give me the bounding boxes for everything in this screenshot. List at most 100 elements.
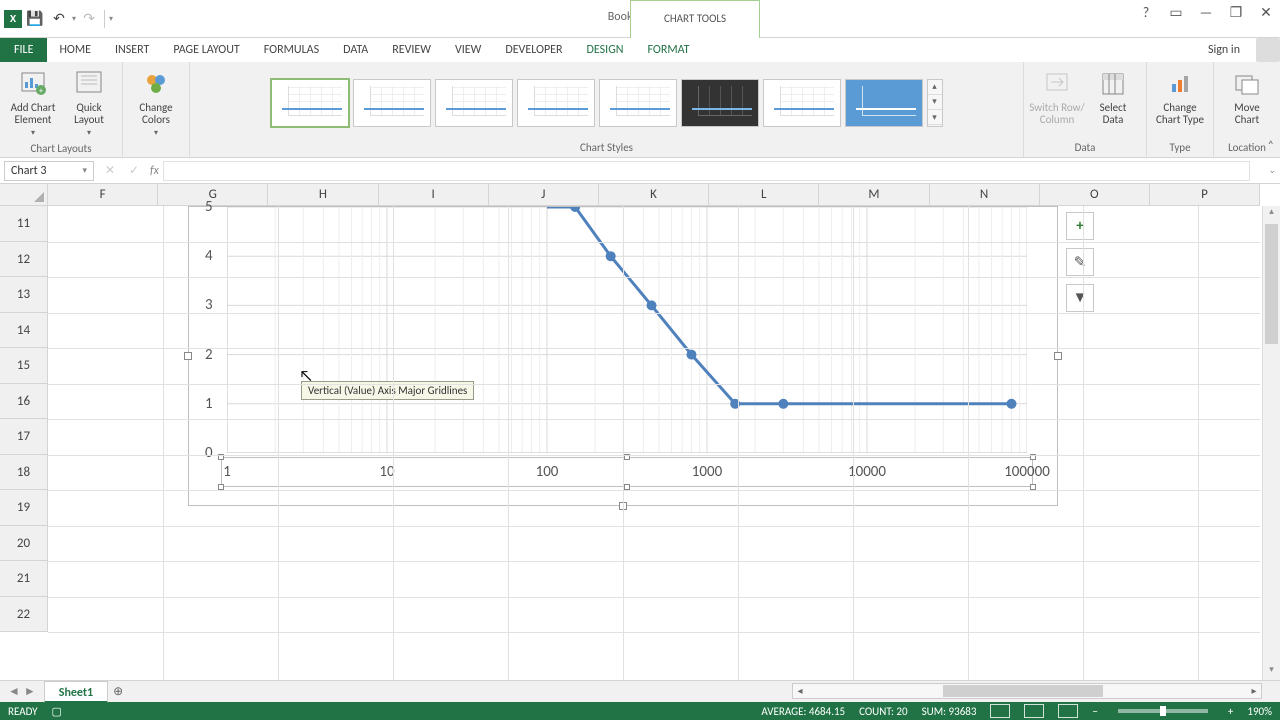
horizontal-scrollbar[interactable]: ◂ ▸ [792, 683, 1262, 699]
tab-data[interactable]: DATA [331, 38, 380, 62]
user-avatar-icon[interactable] [1256, 38, 1280, 62]
row-header[interactable]: 17 [0, 419, 48, 455]
column-headers[interactable]: FGHIJKLMNOP [48, 184, 1260, 206]
move-chart-button[interactable]: Move Chart [1220, 66, 1274, 128]
row-header[interactable]: 15 [0, 348, 48, 384]
view-normal-icon[interactable] [990, 704, 1010, 718]
fx-icon[interactable]: fx [150, 164, 159, 178]
redo-icon[interactable]: ↷ [78, 8, 100, 30]
tab-formulas[interactable]: FORMULAS [252, 38, 331, 62]
row-header[interactable]: 18 [0, 455, 48, 491]
undo-icon[interactable]: ↶ [48, 8, 70, 30]
tab-developer[interactable]: DEVELOPER [493, 38, 574, 62]
save-icon[interactable]: 💾 [24, 8, 46, 30]
status-ready: READY [8, 705, 38, 718]
row-header[interactable]: 13 [0, 277, 48, 313]
row-header[interactable]: 11 [0, 206, 48, 242]
cells-area[interactable]: 012345110100100010000100000 ↖ Vertical (… [48, 206, 1260, 680]
chart-resize-handle[interactable] [184, 352, 192, 360]
macro-record-icon[interactable]: ▢ [52, 705, 62, 718]
chart-style-7[interactable] [763, 79, 841, 127]
select-data-button[interactable]: Select Data [1086, 66, 1140, 128]
vertical-scrollbar[interactable]: ▴ ▾ [1262, 206, 1280, 680]
tab-home[interactable]: HOME [47, 38, 103, 62]
help-icon[interactable]: ? [1134, 2, 1158, 22]
formula-input[interactable] [163, 161, 1251, 181]
change-colors-button[interactable]: Change Colors ▾ [129, 66, 183, 140]
quick-layout-button[interactable]: Quick Layout ▾ [62, 66, 116, 140]
row-header[interactable]: 21 [0, 561, 48, 597]
cancel-formula-icon[interactable]: ✕ [98, 163, 122, 178]
view-page-break-icon[interactable] [1058, 704, 1078, 718]
sign-in-link[interactable]: Sign in [1198, 38, 1250, 62]
group-label-type: Type [1169, 139, 1190, 157]
zoom-in-button[interactable]: + [1228, 705, 1233, 718]
select-all-corner[interactable] [0, 184, 48, 206]
view-page-layout-icon[interactable] [1024, 704, 1044, 718]
column-header[interactable]: F [48, 184, 158, 206]
chart-style-6[interactable] [681, 79, 759, 127]
sheet-nav-prev-icon[interactable]: ◄ [8, 684, 20, 699]
chart-resize-handle[interactable] [1054, 352, 1062, 360]
column-header[interactable]: G [158, 184, 268, 206]
chart-style-5[interactable] [599, 79, 677, 127]
ribbon-tabs: FILE HOME INSERT PAGE LAYOUT FORMULAS DA… [0, 38, 1280, 62]
enter-formula-icon[interactable]: ✓ [122, 163, 146, 178]
row-header[interactable]: 20 [0, 526, 48, 562]
zoom-level[interactable]: 190% [1247, 705, 1272, 718]
tab-format[interactable]: FORMAT [636, 38, 702, 62]
column-header[interactable]: I [379, 184, 489, 206]
column-header[interactable]: P [1150, 184, 1260, 206]
add-chart-element-button[interactable]: + Add Chart Element ▾ [6, 66, 60, 140]
row-header[interactable]: 16 [0, 384, 48, 420]
chart-elements-button[interactable]: + [1066, 212, 1094, 240]
chart-styles-button[interactable]: ✎ [1066, 248, 1094, 276]
row-header[interactable]: 12 [0, 242, 48, 278]
zoom-slider[interactable] [1118, 709, 1208, 713]
row-header[interactable]: 22 [0, 597, 48, 633]
close-icon[interactable]: ✕ [1254, 2, 1278, 22]
chart-style-4[interactable] [517, 79, 595, 127]
column-header[interactable]: O [1040, 184, 1150, 206]
column-header[interactable]: L [709, 184, 819, 206]
column-header[interactable]: M [819, 184, 929, 206]
expand-formula-bar-icon[interactable]: ⌄ [1268, 165, 1276, 176]
column-header[interactable]: K [599, 184, 709, 206]
name-box[interactable]: Chart 3▾ [4, 161, 94, 181]
chart-style-1[interactable] [271, 79, 349, 127]
excel-icon[interactable]: X [4, 10, 22, 28]
row-headers[interactable]: 111213141516171819202122 [0, 206, 48, 680]
maximize-icon[interactable]: ❐ [1224, 2, 1248, 22]
tab-design[interactable]: DESIGN [575, 38, 636, 62]
svg-text:+: + [39, 86, 43, 96]
tab-review[interactable]: REVIEW [380, 38, 443, 62]
chart-style-8[interactable] [845, 79, 923, 127]
zoom-out-button[interactable]: − [1092, 705, 1097, 718]
chart-filters-button[interactable]: ▼ [1066, 284, 1094, 312]
row-header[interactable]: 19 [0, 490, 48, 526]
tab-insert[interactable]: INSERT [103, 38, 161, 62]
column-header[interactable]: J [489, 184, 599, 206]
worksheet-grid[interactable]: FGHIJKLMNOP 111213141516171819202122 [0, 184, 1280, 680]
chart-styles-more-button[interactable]: ▴▾▾ [927, 79, 943, 127]
chart-style-2[interactable] [353, 79, 431, 127]
sheet-nav-next-icon[interactable]: ► [24, 684, 36, 699]
collapse-ribbon-icon[interactable]: ˄ [1268, 139, 1274, 153]
group-label-chart-layouts: Chart Layouts [30, 140, 91, 158]
row-header[interactable]: 14 [0, 313, 48, 349]
tab-page-layout[interactable]: PAGE LAYOUT [161, 38, 251, 62]
selected-x-axis[interactable] [221, 457, 1033, 487]
chart-style-3[interactable] [435, 79, 513, 127]
tab-view[interactable]: VIEW [443, 38, 493, 62]
tab-file[interactable]: FILE [0, 38, 47, 62]
sheet-tab-sheet1[interactable]: Sheet1 [44, 681, 108, 703]
change-chart-type-button[interactable]: Change Chart Type [1153, 66, 1207, 128]
chart-quick-buttons: + ✎ ▼ [1066, 212, 1094, 312]
ribbon-display-options-icon[interactable]: ▭ [1164, 2, 1188, 22]
chart-plot-area[interactable]: 012345110100100010000100000 [227, 207, 1027, 453]
column-header[interactable]: H [268, 184, 378, 206]
column-header[interactable]: N [930, 184, 1040, 206]
add-sheet-button[interactable]: ⊕ [108, 684, 128, 699]
minimize-icon[interactable]: — [1194, 2, 1218, 22]
y-axis-tick-label: 1 [205, 395, 213, 413]
